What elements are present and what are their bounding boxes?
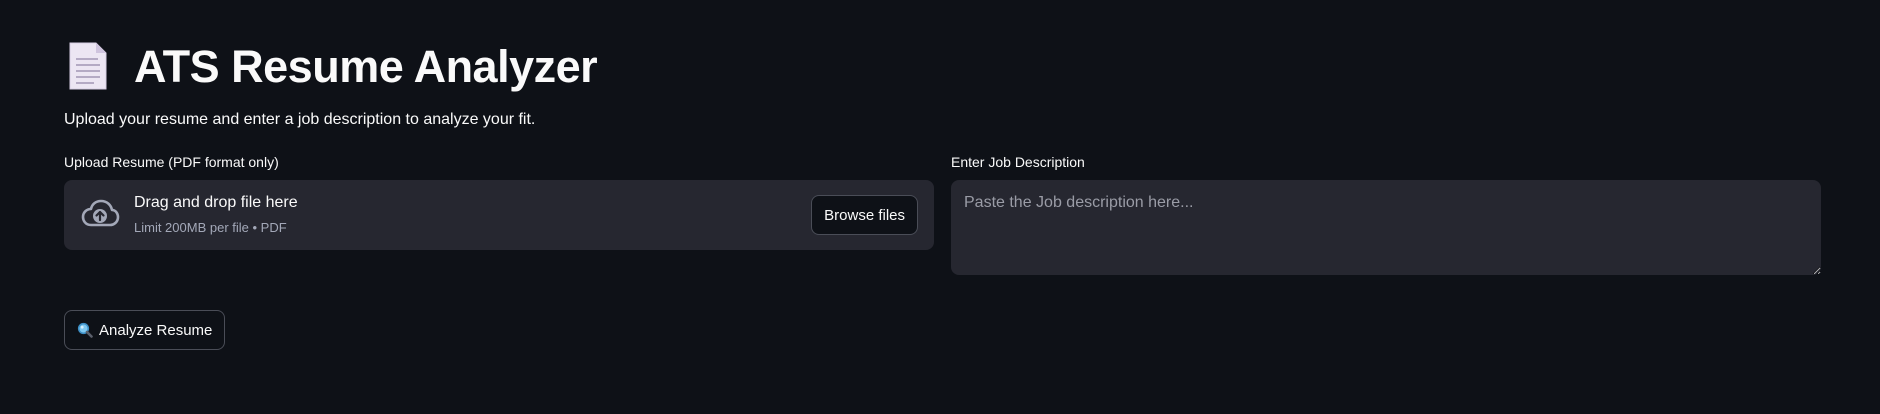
analyze-resume-button[interactable]: Analyze Resume xyxy=(64,310,226,350)
search-icon xyxy=(77,322,93,338)
job-description-label: Enter Job Description xyxy=(951,154,1085,170)
app-page: ATS Resume Analyzer Upload your resume a… xyxy=(0,0,1880,414)
cloud-upload-icon xyxy=(80,197,120,231)
job-description-textarea[interactable] xyxy=(951,180,1821,275)
document-icon xyxy=(64,40,112,92)
title-row: ATS Resume Analyzer xyxy=(64,36,598,96)
upload-label: Upload Resume (PDF format only) xyxy=(64,154,279,170)
analyze-resume-label: Analyze Resume xyxy=(99,321,213,339)
page-title: ATS Resume Analyzer xyxy=(134,40,598,92)
browse-files-button[interactable]: Browse files xyxy=(811,195,918,235)
dropzone-instruction: Drag and drop file here xyxy=(134,194,298,211)
page-subtitle: Upload your resume and enter a job descr… xyxy=(64,111,536,128)
file-dropzone[interactable]: Drag and drop file here Limit 200MB per … xyxy=(64,180,934,250)
dropzone-limit-hint: Limit 200MB per file • PDF xyxy=(134,220,287,235)
